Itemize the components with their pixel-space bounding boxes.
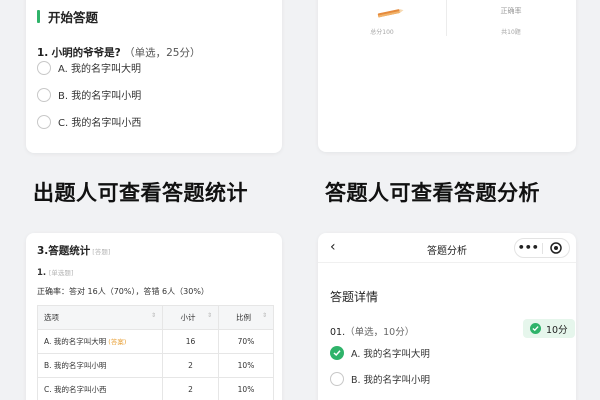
sort-icon[interactable]: ⇕ bbox=[262, 312, 267, 319]
stats-title: 3.答题统计 [答题] bbox=[37, 243, 110, 258]
option-cell: A. 我的名字叫大明 (答案) bbox=[37, 329, 163, 354]
pencil-icon bbox=[377, 8, 404, 18]
radio-icon[interactable] bbox=[37, 114, 51, 129]
ratio-cell: 10% bbox=[218, 377, 274, 400]
sort-icon[interactable]: ⇕ bbox=[151, 312, 156, 319]
option-cell: B. 我的名字叫小明 bbox=[37, 353, 163, 378]
table-row: C. 我的名字叫小西 2 10% bbox=[37, 377, 274, 400]
nav-bar: ‹ 答题分析 ••• bbox=[318, 233, 576, 263]
check-icon bbox=[530, 323, 541, 334]
quiz-card: 开始答题 1. 小明的爷爷是? （单选，25分） A. 我的名字叫大明 B. 我… bbox=[26, 0, 282, 153]
column-header-count[interactable]: 小计 ⇕ bbox=[162, 305, 219, 330]
question-count-label: 共10题 bbox=[501, 29, 521, 36]
radio-icon bbox=[330, 372, 344, 386]
column-header-ratio[interactable]: 比例 ⇕ bbox=[218, 305, 274, 330]
section-title: 开始答题 bbox=[48, 9, 99, 25]
stats-title-text: 3.答题统计 bbox=[37, 245, 91, 257]
count-cell: 2 bbox=[162, 377, 219, 400]
analysis-option-a: A. 我的名字叫大明 bbox=[330, 346, 430, 360]
table-header-row: 选项 ⇕ 小计 ⇕ 比例 ⇕ bbox=[37, 305, 274, 330]
stats-table: 选项 ⇕ 小计 ⇕ 比例 ⇕ A. 我的名字叫大明 (答案) 16 70% B. 我的名… bbox=[37, 305, 274, 400]
accuracy-label: 正确率 bbox=[500, 7, 522, 15]
more-icon[interactable]: ••• bbox=[515, 239, 542, 257]
answer-tag: (答案) bbox=[108, 338, 127, 346]
analysis-question-number: 01. bbox=[330, 327, 346, 338]
score-summary-card: 正确率 总分100 共10题 bbox=[318, 0, 576, 152]
question-type-tag: [单选题] bbox=[48, 269, 74, 277]
option-label: A. 我的名字叫大明 bbox=[351, 349, 430, 360]
analysis-option-b: B. 我的名字叫小明 bbox=[330, 372, 430, 386]
stats-question-number: 1. bbox=[37, 268, 47, 278]
stats-question: 1. [单选题] bbox=[37, 267, 73, 278]
ratio-cell: 70% bbox=[218, 329, 274, 354]
score-badge: 10分 bbox=[523, 319, 575, 338]
radio-icon[interactable] bbox=[37, 87, 51, 102]
option-label: C. 我的名字叫小西 bbox=[58, 118, 142, 129]
answer-analysis-card: ‹ 答题分析 ••• 答题详情 01.（单选，10分） 10分 A. 我的名字叫… bbox=[318, 233, 576, 400]
accuracy-summary: 正确率：答对 16人（70%），答错 6人（30%） bbox=[37, 287, 209, 296]
table-row: B. 我的名字叫小明 2 10% bbox=[37, 353, 274, 378]
section-accent-bar bbox=[37, 9, 40, 23]
question-number: 1. bbox=[37, 47, 49, 59]
sort-icon[interactable]: ⇕ bbox=[207, 312, 212, 319]
option-label: A. 我的名字叫大明 bbox=[58, 64, 142, 75]
section-header: 开始答题 bbox=[37, 6, 98, 26]
detail-title: 答题详情 bbox=[330, 290, 379, 304]
score-value: 10分 bbox=[546, 324, 568, 336]
question-text: 小明的爷爷是? bbox=[51, 47, 121, 59]
correct-check-icon bbox=[330, 346, 344, 360]
analysis-question-meta: （单选，10分） bbox=[345, 327, 415, 338]
count-cell: 16 bbox=[162, 329, 219, 354]
option-cell: C. 我的名字叫小西 bbox=[37, 377, 163, 400]
question-meta: （单选，25分） bbox=[124, 47, 201, 59]
stats-title-tag: [答题] bbox=[92, 248, 111, 256]
close-icon[interactable] bbox=[543, 242, 570, 254]
option-c[interactable]: C. 我的名字叫小西 bbox=[37, 114, 141, 129]
mini-program-capsule: ••• bbox=[514, 238, 570, 258]
count-cell: 2 bbox=[162, 353, 219, 378]
option-b[interactable]: B. 我的名字叫小明 bbox=[37, 87, 141, 102]
column-header-option[interactable]: 选项 ⇕ bbox=[37, 305, 163, 330]
total-score-label: 总分100 bbox=[370, 29, 394, 36]
analysis-question: 01.（单选，10分） bbox=[330, 324, 414, 338]
option-label: B. 我的名字叫小明 bbox=[351, 375, 431, 386]
radio-icon[interactable] bbox=[37, 60, 51, 75]
question-title: 1. 小明的爷爷是? （单选，25分） bbox=[37, 45, 200, 60]
answer-stats-card: 3.答题统计 [答题] 1. [单选题] 正确率：答对 16人（70%），答错 6… bbox=[26, 233, 282, 400]
heading-respondent-analysis: 答题人可查看答题分析 bbox=[325, 181, 540, 205]
heading-creator-stats: 出题人可查看答题统计 bbox=[33, 181, 248, 205]
ratio-cell: 10% bbox=[218, 353, 274, 378]
option-label: B. 我的名字叫小明 bbox=[58, 91, 142, 102]
table-row: A. 我的名字叫大明 (答案) 16 70% bbox=[37, 329, 274, 354]
option-a[interactable]: A. 我的名字叫大明 bbox=[37, 60, 141, 75]
